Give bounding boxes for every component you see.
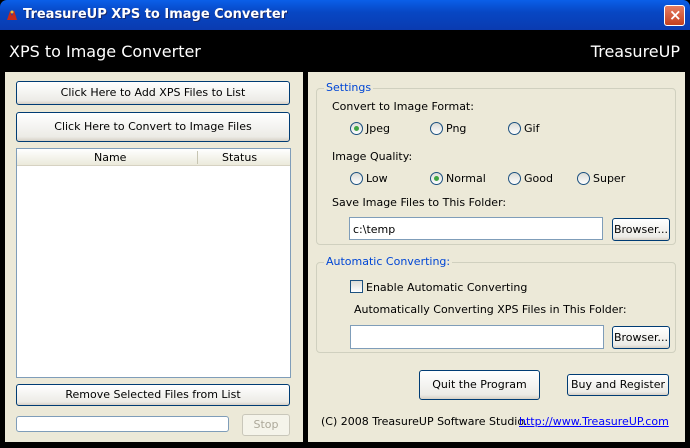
brand-name: TreasureUP [590,42,680,61]
copyright-text: (C) 2008 TreasureUP Software Studio. [321,415,528,428]
auto-convert-group: Automatic Converting: Enable Automatic C… [316,255,676,353]
radio-icon[interactable] [350,172,363,185]
conversion-progress-bar [16,416,229,432]
format-jpeg-label: Jpeg [366,122,390,135]
format-label: Convert to Image Format: [332,100,474,113]
watch-browse-button[interactable]: Browser... [612,326,670,349]
close-button[interactable]: × [664,5,685,26]
output-folder-input[interactable]: c:\temp [349,217,603,240]
settings-group-label: Settings [324,81,374,94]
file-list-header: Name Status [17,149,290,166]
column-divider[interactable] [197,151,198,164]
enable-auto-convert-label: Enable Automatic Converting [366,281,528,294]
checkbox-icon[interactable] [350,280,363,293]
close-icon: × [669,6,682,24]
settings-panel: Settings Convert to Image Format: Jpeg P… [308,72,685,442]
column-name-header[interactable]: Name [94,151,126,164]
window-titlebar[interactable]: TreasureUP XPS to Image Converter × [0,0,690,30]
app-header: XPS to Image Converter TreasureUP [0,30,690,72]
file-list-panel: Click Here to Add XPS Files to List Clic… [5,72,303,442]
convert-files-button[interactable]: Click Here to Convert to Image Files [16,112,290,142]
output-browse-button[interactable]: Browser... [612,218,670,241]
quality-normal-label: Normal [446,172,486,185]
buy-register-button[interactable]: Buy and Register [567,374,669,396]
radio-icon[interactable] [430,122,443,135]
file-list[interactable]: Name Status [16,148,291,378]
column-status-header[interactable]: Status [222,151,257,164]
radio-icon[interactable] [350,122,363,135]
radio-icon[interactable] [430,172,443,185]
app-icon [7,10,17,20]
quality-low-label: Low [366,172,388,185]
output-folder-label: Save Image Files to This Folder: [332,196,507,209]
add-files-button[interactable]: Click Here to Add XPS Files to List [16,81,290,105]
auto-convert-group-label: Automatic Converting: [324,255,453,268]
quality-good-label: Good [524,172,553,185]
quit-button[interactable]: Quit the Program [419,370,540,400]
format-png-label: Png [446,122,467,135]
quality-label: Image Quality: [332,150,413,163]
radio-icon[interactable] [508,172,521,185]
radio-icon[interactable] [508,122,521,135]
website-link[interactable]: http://www.TreasureUP.com [519,415,669,428]
watch-folder-input[interactable] [350,325,604,349]
watch-folder-label: Automatically Converting XPS Files in Th… [354,303,627,316]
quality-super-label: Super [593,172,626,185]
stop-button[interactable]: Stop [242,414,290,436]
radio-icon[interactable] [577,172,590,185]
settings-group: Settings Convert to Image Format: Jpeg P… [316,81,676,245]
window-title: TreasureUP XPS to Image Converter [23,7,288,22]
app-heading: XPS to Image Converter [9,42,201,61]
remove-files-button[interactable]: Remove Selected Files from List [16,384,290,406]
format-gif-label: Gif [524,122,540,135]
